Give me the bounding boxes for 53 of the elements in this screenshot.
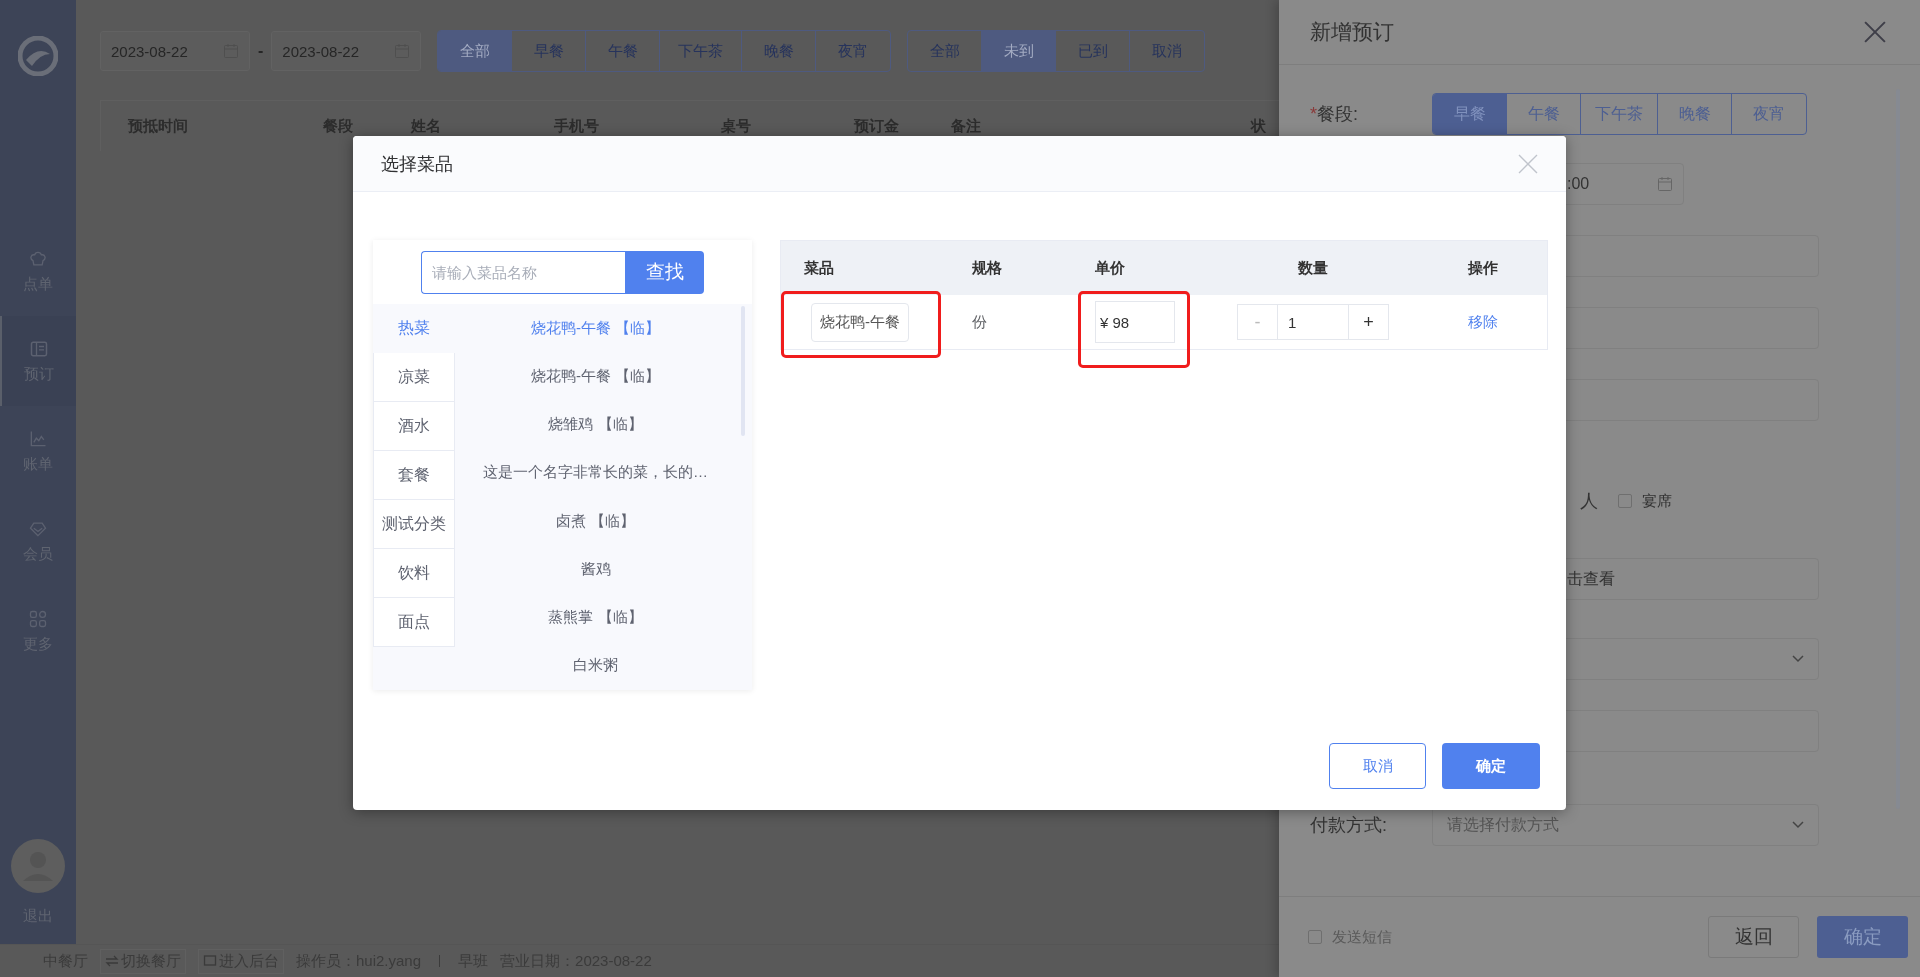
category-tab[interactable]: 酒水 (373, 402, 455, 451)
close-icon[interactable] (1864, 21, 1886, 43)
dish-item[interactable]: 酱鸡 (455, 545, 736, 594)
category-tab[interactable]: 套餐 (373, 451, 455, 500)
column-header: 数量 (1297, 258, 1329, 278)
column-header: 单价 (1094, 258, 1126, 278)
date-separator: - (258, 42, 264, 60)
logo-icon (18, 36, 58, 76)
meal-option-tab[interactable]: 晚餐 (1658, 94, 1732, 134)
back-button[interactable]: 返回 (1708, 916, 1799, 958)
guest-unit: 人 (1580, 490, 1598, 513)
meal-filter-tab[interactable]: 全部 (438, 31, 513, 71)
dialog-title: 选择菜品 (381, 152, 453, 176)
dish-item[interactable]: 这是一个名字非常长的菜，长的… (455, 448, 736, 497)
banquet-checkbox[interactable] (1618, 494, 1632, 508)
monitor-icon (203, 954, 217, 968)
sms-checkbox[interactable] (1308, 930, 1322, 944)
dish-item[interactable]: 白米粥 (455, 641, 736, 690)
payment-label: 付款方式: (1310, 814, 1388, 837)
meal-option-tab[interactable]: 夜宵 (1732, 94, 1806, 134)
category-tab[interactable]: 饮料 (373, 549, 455, 598)
column-header: 操作 (1467, 258, 1499, 278)
table-cell: 份 (972, 312, 987, 332)
search-field[interactable]: 请输入菜品名称 (421, 250, 625, 294)
dish-item[interactable]: 烧雏鸡 【临】 (455, 400, 736, 449)
status-filter-tab[interactable]: 未到 (982, 31, 1057, 71)
calendar-icon (1657, 176, 1673, 192)
price-field[interactable]: ¥ 98 (1095, 301, 1175, 343)
dish-item[interactable]: 烧花鸭-午餐 【临】 (455, 304, 736, 353)
meal-label: *餐段: (1310, 103, 1360, 126)
meal-option-tab[interactable]: 午餐 (1507, 94, 1581, 134)
cancel-button[interactable]: 取消 (1329, 743, 1426, 789)
banquet-label: 宴席 (1642, 491, 1672, 511)
chevron-icon (1792, 821, 1804, 829)
confirm-button[interactable]: 确定 (1442, 743, 1540, 789)
chevron-icon (1792, 655, 1804, 663)
remove-link[interactable]: 移除 (1468, 312, 1498, 332)
category-tab[interactable]: 测试分类 (373, 500, 455, 549)
search-button[interactable]: 查找 (625, 250, 704, 294)
grid-icon (28, 608, 48, 629)
dish-item[interactable]: 蒸熊掌 【临】 (455, 593, 736, 642)
column-header: 菜品 (803, 258, 835, 278)
dish-name-field[interactable]: 烧花鸭-午餐 (811, 302, 909, 342)
column-header: 规格 (971, 258, 1003, 278)
dish-item[interactable]: 卤煮 【临】 (455, 497, 736, 546)
dish-item[interactable]: 烧花鸭-午餐 【临】 (455, 352, 736, 401)
confirm-button[interactable]: 确定 (1817, 916, 1908, 958)
category-tab[interactable]: 面点 (373, 598, 455, 647)
swap-icon (105, 954, 119, 968)
category-tab[interactable]: 热菜 (373, 304, 455, 353)
category-tab[interactable]: 凉菜 (373, 353, 455, 402)
meal-option-tab[interactable]: 下午茶 (1581, 94, 1658, 134)
drawer-title: 新增预订 (1310, 19, 1394, 45)
